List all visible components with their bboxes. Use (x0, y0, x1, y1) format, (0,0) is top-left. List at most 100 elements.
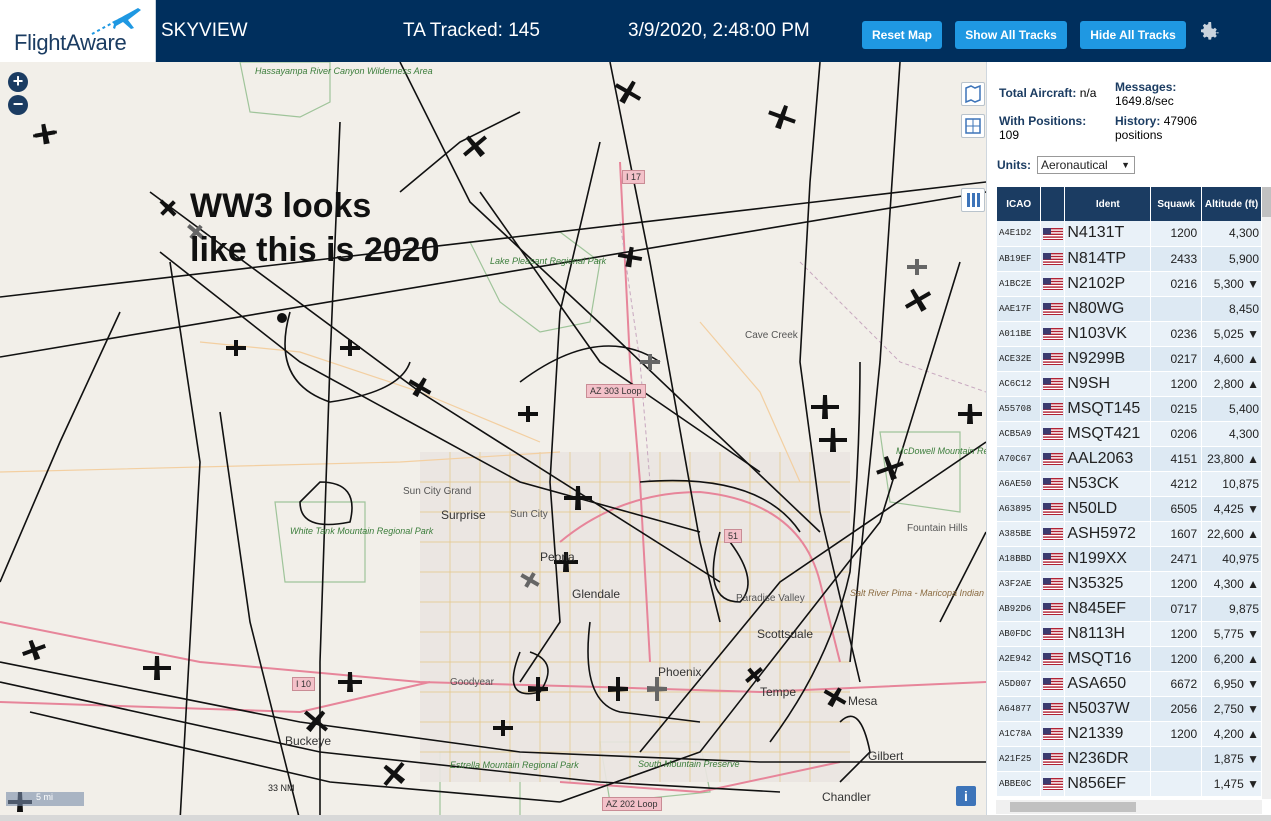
zoom-out-button[interactable]: − (8, 95, 28, 115)
ident-cell: N2102P (1064, 271, 1152, 297)
icao-cell: AB92D6 (997, 596, 1042, 622)
map-label-gilbert: Gilbert (868, 749, 904, 763)
us-flag-icon (1040, 321, 1066, 347)
column-toggle-icon[interactable] (961, 188, 985, 212)
table-horizontal-scrollbar[interactable] (996, 800, 1262, 814)
app-title: SKYVIEW (161, 20, 248, 41)
icao-cell: A18BBD (997, 546, 1042, 572)
table-row[interactable]: A21F25 N236DR 1,875 ▼ (997, 746, 1262, 772)
map-scale-nm: 33 NM (268, 783, 295, 793)
icao-cell: AAE17F (997, 296, 1042, 322)
altitude-cell: 22,600 ▲ (1201, 521, 1262, 547)
altitude-cell: 4,300 (1201, 221, 1262, 247)
ident-cell: N8113H (1064, 621, 1152, 647)
table-row[interactable]: A18BBD N199XX 2471 40,975 (997, 546, 1262, 572)
table-row[interactable]: ACE32E N9299B 0217 4,600 ▲ (997, 346, 1262, 372)
table-row[interactable]: A70C67 AAL2063 4151 23,800 ▲ (997, 446, 1262, 472)
us-flag-icon (1040, 246, 1066, 272)
map-label-sun-city: Sun City (510, 509, 548, 520)
us-flag-icon (1040, 221, 1066, 247)
scrollbar-thumb[interactable] (1262, 187, 1271, 217)
table-row[interactable]: A2E942 MSQT16 1200 6,200 ▲ (997, 646, 1262, 672)
table-row[interactable]: A5D007 ASA650 6672 6,950 ▼ (997, 671, 1262, 697)
squawk-cell: 1200 (1150, 371, 1203, 397)
ident-cell: N50LD (1064, 496, 1152, 522)
map-label-glendale: Glendale (572, 587, 621, 601)
table-row[interactable]: A55708 MSQT145 0215 5,400 (997, 396, 1262, 422)
table-row[interactable]: A64877 N5037W 2056 2,750 ▼ (997, 696, 1262, 722)
table-row[interactable]: A1C78A N21339 1200 4,200 ▲ (997, 721, 1262, 747)
squawk-cell: 1200 (1150, 221, 1203, 247)
map-layers-icon[interactable] (961, 82, 985, 106)
hide-all-tracks-button[interactable]: Hide All Tracks (1080, 21, 1186, 49)
ident-cell: AAL2063 (1064, 446, 1152, 472)
us-flag-icon (1040, 746, 1066, 772)
flightaware-logo[interactable]: FlightAware (0, 0, 156, 62)
stat-positions-label: With Positions: (999, 114, 1087, 128)
map-canvas[interactable]: Hassayampa River Canyon Wilderness Area … (0, 62, 986, 821)
ident-cell: N53CK (1064, 471, 1152, 497)
table-row[interactable]: AB0FDC N8113H 1200 5,775 ▼ (997, 621, 1262, 647)
column-header-icao[interactable]: ICAO (997, 187, 1042, 221)
squawk-cell: 2433 (1150, 246, 1203, 272)
table-row[interactable]: ACB5A9 MSQT421 0206 4,300 (997, 421, 1262, 447)
gear-icon[interactable] (1197, 20, 1221, 44)
column-header-squawk[interactable]: Squawk (1150, 187, 1203, 221)
squawk-cell: 6505 (1150, 496, 1203, 522)
altitude-cell: 4,600 ▲ (1201, 346, 1262, 372)
stat-total-value: n/a (1079, 86, 1097, 100)
altitude-cell: 5,900 (1201, 246, 1262, 272)
reset-map-button[interactable]: Reset Map (862, 21, 942, 49)
units-select[interactable]: Aeronautical ▼ (1037, 156, 1135, 174)
table-row[interactable]: A385BE ASH5972 1607 22,600 ▲ (997, 521, 1262, 547)
us-flag-icon (1040, 396, 1066, 422)
table-row[interactable]: AB92D6 N845EF 0717 9,875 (997, 596, 1262, 622)
table-row[interactable]: A011BE N103VK 0236 5,025 ▼ (997, 321, 1262, 347)
zoom-in-button[interactable]: + (8, 72, 28, 92)
info-button[interactable]: i (956, 786, 976, 806)
squawk-cell: 1607 (1150, 521, 1203, 547)
aircraft-table-body: A4E1D2 N4131T 1200 4,300 AB19EF N814TP 2433 5,9… (997, 221, 1262, 797)
table-row[interactable]: ABBE0C N856EF 1,475 ▼ (997, 771, 1262, 797)
table-vertical-scrollbar[interactable] (1262, 187, 1271, 799)
table-row[interactable]: A1BC2E N2102P 0216 5,300 ▼ (997, 271, 1262, 297)
icao-cell: A1C78A (997, 721, 1042, 747)
altitude-cell: 9,875 (1201, 596, 1262, 622)
column-header-ident[interactable]: Ident (1064, 187, 1152, 221)
map-label-phoenix: Phoenix (658, 665, 702, 679)
scrollbar-thumb[interactable] (1010, 802, 1136, 812)
icao-cell: A011BE (997, 321, 1042, 347)
overlay-annotation-text: WW3 looks like this is 2020 (190, 187, 440, 269)
aircraft-table: ICAO Ident Squawk Altitude (ft) A4E1D2 N4… (997, 187, 1262, 799)
icao-cell: AC6C12 (997, 371, 1042, 397)
us-flag-icon (1040, 671, 1066, 697)
squawk-cell: 2471 (1150, 546, 1203, 572)
icao-cell: A6AE50 (997, 471, 1042, 497)
altitude-cell: 4,300 (1201, 421, 1262, 447)
column-header-flag[interactable] (1040, 187, 1066, 221)
table-row[interactable]: AAE17F N80WG 8,450 (997, 296, 1262, 322)
column-header-altitude[interactable]: Altitude (ft) (1201, 187, 1262, 221)
table-row[interactable]: AC6C12 N9SH 1200 2,800 ▲ (997, 371, 1262, 397)
map-label-tempe: Tempe (760, 685, 797, 699)
table-row[interactable]: A4E1D2 N4131T 1200 4,300 (997, 221, 1262, 247)
us-flag-icon (1040, 646, 1066, 672)
stat-history-label: History: (1115, 114, 1161, 128)
table-row[interactable]: AB19EF N814TP 2433 5,900 (997, 246, 1262, 272)
grid-view-icon[interactable] (961, 114, 985, 138)
table-row[interactable]: A3F2AE N35325 1200 4,300 ▲ (997, 571, 1262, 597)
squawk-cell: 1200 (1150, 571, 1203, 597)
ident-cell: N856EF (1064, 771, 1152, 797)
stat-messages-value: 1649.8/sec (1115, 94, 1174, 108)
table-row[interactable]: A6AE50 N53CK 4212 10,875 (997, 471, 1262, 497)
units-select-value: Aeronautical (1041, 158, 1108, 172)
map-label-surprise: Surprise (441, 508, 486, 522)
stat-messages: Messages: 1649.8/sec (1115, 80, 1205, 108)
map-label-white-tank: White Tank Mountain Regional Park (290, 526, 434, 536)
us-flag-icon (1040, 571, 1066, 597)
show-all-tracks-button[interactable]: Show All Tracks (955, 21, 1067, 49)
table-row[interactable]: A63895 N50LD 6505 4,425 ▼ (997, 496, 1262, 522)
icao-cell: A63895 (997, 496, 1042, 522)
altitude-cell: 1,475 ▼ (1201, 771, 1262, 797)
ident-cell: MSQT421 (1064, 421, 1152, 447)
